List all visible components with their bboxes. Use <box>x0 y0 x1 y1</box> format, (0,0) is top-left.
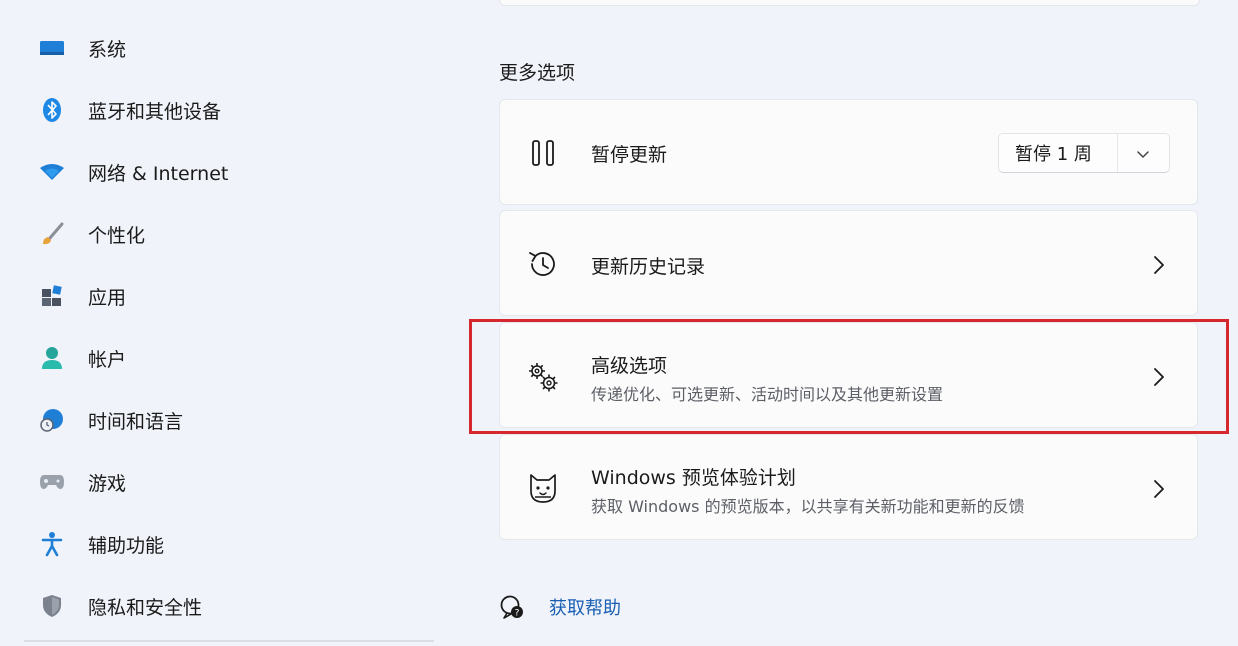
accessibility-icon <box>38 530 66 558</box>
sidebar-item-privacy[interactable]: 隐私和安全性 <box>24 582 444 630</box>
sidebar-item-gaming[interactable]: 游戏 <box>24 458 444 506</box>
get-help-link[interactable]: 获取帮助 <box>549 594 621 620</box>
advanced-options-card[interactable]: 高级选项 传递优化、可选更新、活动时间以及其他更新设置 <box>499 322 1198 428</box>
sidebar-item-label: 应用 <box>88 286 127 309</box>
sidebar-item-label: 隐私和安全性 <box>88 596 203 619</box>
sidebar-item-time-language[interactable]: 时间和语言 <box>24 396 444 444</box>
sidebar-item-label: 蓝牙和其他设备 <box>88 100 222 123</box>
windows-insider-card[interactable]: Windows 预览体验计划 获取 Windows 的预览版本，以共享有关新功能… <box>499 434 1198 540</box>
sidebar-item-apps[interactable]: 应用 <box>24 272 444 320</box>
globe-clock-icon <box>38 406 66 434</box>
pause-icon <box>526 136 560 170</box>
windows-insider-subtitle: 获取 Windows 的预览版本，以共享有关新功能和更新的反馈 <box>591 497 1025 516</box>
section-title: 更多选项 <box>499 62 576 84</box>
sidebar-item-label: 辅助功能 <box>88 534 165 557</box>
shield-icon <box>38 592 66 620</box>
bluetooth-icon <box>38 96 66 124</box>
pause-duration-select[interactable]: 暂停 1 周 <box>998 133 1170 173</box>
pause-duration-value: 暂停 1 周 <box>1015 144 1092 165</box>
sidebar-item-accounts[interactable]: 帐户 <box>24 334 444 382</box>
update-history-card[interactable]: 更新历史记录 <box>499 210 1198 316</box>
person-icon <box>38 344 66 372</box>
gears-icon <box>526 360 560 394</box>
sidebar-item-label: 网络 & Internet <box>88 162 229 185</box>
select-divider <box>1117 134 1118 172</box>
windows-insider-title: Windows 预览体验计划 <box>591 467 796 489</box>
gamepad-icon <box>38 468 66 496</box>
sidebar-divider <box>24 640 434 642</box>
get-help-row[interactable]: ? 获取帮助 <box>499 592 621 622</box>
advanced-options-title: 高级选项 <box>591 355 668 377</box>
chevron-down-icon[interactable] <box>1135 146 1151 162</box>
advanced-options-subtitle: 传递优化、可选更新、活动时间以及其他更新设置 <box>591 385 944 404</box>
sidebar: 系统 蓝牙和其他设备 网络 & Internet 个性化 应用 帐户 时间和语言… <box>0 0 470 646</box>
update-history-title: 更新历史记录 <box>591 256 706 278</box>
sidebar-item-personalization[interactable]: 个性化 <box>24 210 444 258</box>
chevron-right-icon <box>1154 480 1164 498</box>
history-icon <box>526 247 560 281</box>
chevron-right-icon <box>1154 256 1164 274</box>
paintbrush-icon <box>38 220 66 248</box>
previous-card-edge <box>499 0 1200 6</box>
sidebar-item-system[interactable]: 系统 <box>24 24 444 72</box>
svg-text:?: ? <box>515 609 520 619</box>
sidebar-item-label: 系统 <box>88 38 127 61</box>
pause-updates-card: 暂停更新 暂停 1 周 <box>499 99 1198 205</box>
sidebar-item-accessibility[interactable]: 辅助功能 <box>24 520 444 568</box>
sidebar-item-label: 个性化 <box>88 224 146 247</box>
sidebar-item-bluetooth[interactable]: 蓝牙和其他设备 <box>24 86 444 134</box>
help-icon: ? <box>500 595 523 619</box>
pause-updates-title: 暂停更新 <box>591 144 668 166</box>
insider-cat-icon <box>526 471 560 505</box>
sidebar-item-label: 游戏 <box>88 472 127 495</box>
monitor-icon <box>38 34 66 62</box>
apps-icon <box>38 282 66 310</box>
sidebar-item-network[interactable]: 网络 & Internet <box>24 148 444 196</box>
chevron-right-icon <box>1154 368 1164 386</box>
sidebar-item-label: 时间和语言 <box>88 410 184 433</box>
wifi-icon <box>38 158 66 186</box>
sidebar-item-label: 帐户 <box>88 348 127 371</box>
